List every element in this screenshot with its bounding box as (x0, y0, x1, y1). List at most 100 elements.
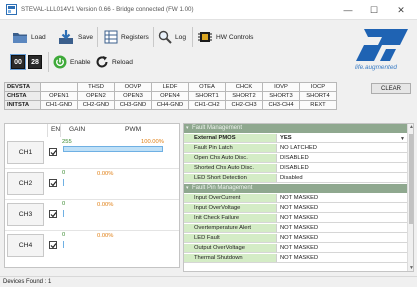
checkmark-icon (50, 212, 57, 218)
property-value[interactable]: Disabled (276, 174, 407, 182)
pwm-value: 0.00% (97, 171, 114, 177)
property-section-header[interactable]: ▾ Fault Management (184, 124, 407, 133)
clear-button[interactable]: CLEAR (371, 83, 411, 94)
toolbar-separator (48, 52, 49, 72)
channel-enable-checkbox[interactable] (49, 179, 57, 187)
property-row[interactable]: Fault Pin Latch NO LATCHED (184, 144, 407, 153)
gain-value: 0 (62, 170, 66, 176)
registers-icon (104, 30, 118, 44)
property-value-text: NOT MASKED (280, 255, 319, 261)
column-divider (60, 124, 61, 137)
status-bar: Devices Found : 1 (0, 276, 417, 287)
enable-label: Enable (70, 58, 91, 66)
property-value-text: NOT MASKED (280, 235, 319, 241)
property-value[interactable]: NOT MASKED (276, 224, 407, 232)
log-label: Log (175, 33, 187, 41)
enable-button[interactable]: Enable (53, 51, 91, 73)
property-value[interactable]: YES ▼ (276, 134, 407, 142)
reload-icon (96, 56, 108, 68)
status-row-chsta: CHSTA OPEN1 OPEN2 OPEN3 OPEN4 SHORT1 SHORT2 SHO… (4, 91, 337, 101)
checkmark-icon (50, 181, 57, 187)
pwm-slider[interactable] (63, 146, 163, 152)
property-section-header[interactable]: ▾ Fault Pin Management (184, 184, 407, 193)
reload-button[interactable]: Reload (95, 51, 133, 73)
folder-icon (13, 33, 27, 43)
brand-tagline: life.augmented (355, 64, 397, 71)
property-value-text: DISABLED (280, 165, 309, 171)
channel-enable-checkbox[interactable] (49, 210, 57, 218)
property-value[interactable]: NOT MASKED (276, 214, 407, 222)
property-value[interactable]: NOT MASKED (276, 204, 407, 212)
dropdown-arrow-icon[interactable]: ▼ (400, 135, 405, 142)
status-flag: CHCK (225, 82, 263, 92)
gain-value: 0 (62, 232, 66, 238)
toolbar-separator (192, 27, 193, 47)
property-value[interactable]: NOT MASKED (276, 254, 407, 262)
property-value-text: DISABLED (280, 155, 309, 161)
channel-enable-checkbox[interactable] (49, 148, 57, 156)
property-name: External PMOS (184, 134, 276, 142)
property-row[interactable]: Thermal Shutdown NOT MASKED (184, 254, 407, 263)
status-flag: REXT (299, 100, 337, 110)
property-row[interactable]: LED Short Detection Disabled (184, 174, 407, 183)
property-row[interactable]: External PMOS YES ▼ (184, 134, 407, 143)
property-value[interactable]: NO LATCHED (276, 144, 407, 152)
hw-controls-button[interactable]: HW Controls (197, 26, 253, 48)
registers-label: Registers (121, 33, 149, 41)
status-flag (40, 82, 78, 92)
load-button[interactable]: Load (12, 26, 46, 48)
reload-label: Reload (112, 58, 133, 66)
registers-button[interactable]: Registers (104, 26, 149, 48)
checkmark-icon (50, 243, 57, 249)
save-button[interactable]: Save (57, 26, 93, 48)
status-flag: OPEN4 (151, 91, 189, 101)
property-value-text: NOT MASKED (280, 205, 319, 211)
pwm-slider[interactable] (63, 241, 64, 248)
property-name: Input OverVoltage (184, 204, 276, 212)
pwm-slider[interactable] (63, 179, 64, 186)
log-button[interactable]: Log (158, 26, 186, 48)
status-flag: OPEN1 (40, 91, 78, 101)
scroll-down-icon[interactable]: ▼ (408, 265, 413, 271)
property-value[interactable]: DISABLED (276, 164, 407, 172)
property-row[interactable]: Init Check Failure NOT MASKED (184, 214, 407, 223)
property-value-text: YES (280, 135, 292, 141)
property-row[interactable]: LED Fault NOT MASKED (184, 234, 407, 243)
channel-enable-checkbox[interactable] (49, 241, 57, 249)
property-row[interactable]: Shorted Chs Auto Disc. DISABLED (184, 164, 407, 173)
property-row[interactable]: Output OverVoltage NOT MASKED (184, 244, 407, 253)
column-divider (47, 124, 48, 137)
status-flag: SHORT3 (262, 91, 300, 101)
property-name: LED Fault (184, 234, 276, 242)
minimize-button[interactable]: — (336, 2, 360, 18)
property-value-text: NOT MASKED (280, 245, 319, 251)
status-flag: LEDF (151, 82, 189, 92)
property-row[interactable]: Input OverVoltage NOT MASKED (184, 204, 407, 213)
property-row[interactable]: Input OverCurrent NOT MASKED (184, 194, 407, 203)
collapse-icon[interactable]: ▾ (186, 184, 189, 193)
scrollbar-thumb[interactable] (409, 134, 413, 224)
property-value[interactable]: NOT MASKED (276, 194, 407, 202)
property-row[interactable]: Overtemperature Alert NOT MASKED (184, 224, 407, 233)
scroll-up-icon[interactable]: ▲ (408, 124, 413, 130)
address-button-28[interactable]: 28 (28, 55, 42, 69)
property-row[interactable]: Open Chs Auto Disc. DISABLED (184, 154, 407, 163)
collapse-icon[interactable]: ▾ (186, 124, 189, 133)
channel-panel: EN GAIN PWM CH1 255 100.00% CH2 0 0.00% CH3 0 0.… (4, 123, 180, 268)
status-flag: THSD (77, 82, 115, 92)
address-button-00[interactable]: 00 (10, 54, 26, 70)
close-button[interactable]: ✕ (389, 2, 413, 18)
maximize-button[interactable]: ☐ (362, 2, 386, 18)
property-name: Thermal Shutdown (184, 254, 276, 262)
chip-icon (198, 32, 212, 42)
toolbar: Load Save Registers Log HW Controls (0, 24, 340, 50)
window-title: STEVAL-LLL014V1 Version 0.66 - Bridge co… (21, 6, 194, 13)
power-icon (53, 55, 67, 69)
property-value[interactable]: NOT MASKED (276, 244, 407, 252)
property-scrollbar[interactable]: ▲ ▼ (407, 124, 413, 271)
load-label: Load (31, 33, 46, 41)
pwm-slider[interactable] (63, 210, 64, 217)
property-value[interactable]: DISABLED (276, 154, 407, 162)
property-value[interactable]: NOT MASKED (276, 234, 407, 242)
magnifier-icon (158, 30, 172, 44)
